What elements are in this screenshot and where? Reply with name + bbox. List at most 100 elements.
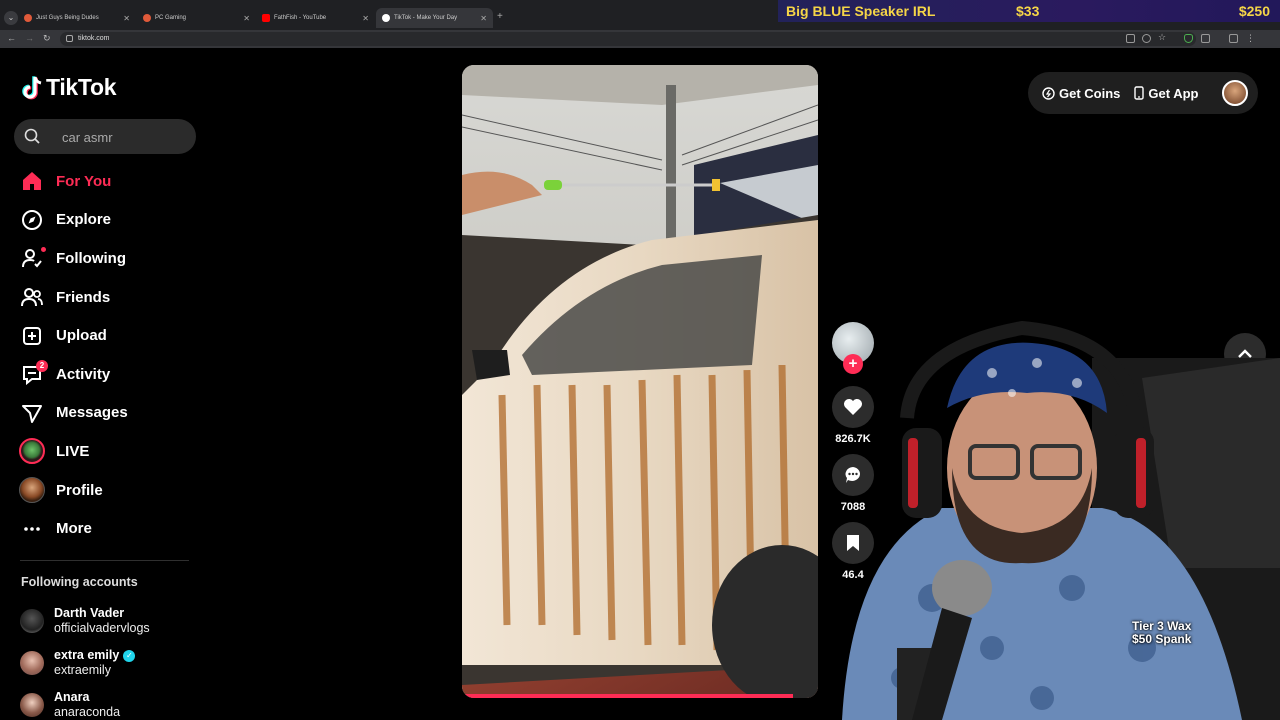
search-bar[interactable] (14, 119, 196, 154)
sidebar-item-following[interactable]: Following (18, 239, 198, 278)
account-handle: extraemily (54, 663, 111, 677)
sidebar-item-label: Activity (56, 365, 111, 383)
back-icon[interactable]: ← (7, 33, 16, 43)
account-name: Anara (54, 690, 90, 704)
youtube-icon (262, 14, 270, 22)
tab-close-icon[interactable]: ✕ (123, 14, 130, 23)
bookmark-star-icon[interactable]: ☆ (1158, 32, 1166, 43)
get-app-button[interactable]: Get App (1134, 86, 1198, 101)
sidebar-item-friends[interactable]: Friends (18, 278, 198, 317)
tab-favicon-icon (143, 14, 151, 22)
tab-title: FathFish - YouTube (274, 15, 327, 21)
tab-close-icon[interactable]: ✕ (243, 14, 250, 23)
get-app-label: Get App (1148, 85, 1199, 101)
search-input[interactable] (62, 128, 192, 146)
sidebar-item-label: More (56, 520, 92, 538)
sidebar-divider (20, 560, 189, 561)
new-tab-icon[interactable]: + (497, 11, 503, 22)
sidebar-item-label: For You (56, 172, 112, 190)
banner-price-current: $33 (1016, 3, 1040, 19)
home-icon (18, 167, 46, 195)
coin-icon (1042, 86, 1055, 100)
sidebar-item-for-you[interactable]: For You (18, 162, 198, 201)
live-avatar (18, 437, 46, 465)
tab-title: PC Gaming (155, 15, 187, 21)
following-accounts-title: Following accounts (21, 575, 138, 589)
user-avatar[interactable] (1222, 80, 1248, 106)
tab-search-button[interactable]: ⌄ (4, 11, 18, 25)
following-icon (18, 244, 46, 272)
browser-tab[interactable]: FathFish - YouTube ✕ (256, 9, 375, 27)
activity-icon: 2 (18, 360, 48, 388)
video-progress-bar[interactable] (462, 694, 794, 698)
sidebar-item-label: Profile (56, 481, 103, 499)
profile-avatar (18, 476, 46, 504)
upload-icon (18, 322, 46, 350)
sidebar-item-messages[interactable]: Messages (18, 394, 198, 433)
verified-check-icon: ✓ (123, 649, 136, 662)
zoom-icon[interactable] (1142, 34, 1151, 43)
extensions-icon[interactable] (1201, 34, 1210, 43)
stream-goal-text: Tier 3 Wax $50 Spank (1132, 620, 1191, 646)
streamer-webcam (842, 320, 1280, 720)
tiktok-logo[interactable]: TikTok (21, 74, 117, 101)
account-name: Darth Vader (54, 606, 125, 620)
sidebar-item-activity[interactable]: 2 Activity (18, 355, 198, 394)
url-field[interactable]: tiktok.com (60, 32, 1196, 46)
stream-banner: Big BLUE Speaker IRL $33 $250 (778, 0, 1280, 22)
compass-icon (18, 206, 46, 234)
following-accounts-list: Darth Vader officialvadervlogs extra emi… (20, 600, 210, 720)
sidebar-item-label: Explore (56, 211, 112, 229)
stream-goal-line: $50 Spank (1132, 632, 1192, 646)
profile-icon[interactable] (1229, 34, 1238, 43)
phone-icon (1134, 86, 1145, 100)
video-player[interactable] (462, 65, 818, 698)
sidebar-item-label: Friends (56, 288, 111, 306)
sidebar-item-more[interactable]: More (18, 509, 198, 548)
get-coins-button[interactable]: Get Coins (1042, 86, 1120, 101)
activity-badge: 2 (36, 360, 48, 373)
install-icon[interactable] (1126, 34, 1135, 43)
menu-icon[interactable]: ⋮ (1246, 33, 1255, 44)
tab-title: TikTok - Make Your Day (394, 15, 458, 21)
search-icon[interactable] (24, 128, 40, 144)
account-item[interactable]: Anara anaraconda (20, 684, 210, 720)
video-frame (462, 65, 818, 698)
account-item[interactable]: extra emily ✓ extraemily (20, 642, 210, 684)
browser-tab-active[interactable]: TikTok - Make Your Day ✕ (376, 8, 493, 28)
tiktok-favicon-icon (382, 14, 390, 22)
messages-icon (18, 399, 46, 427)
reload-icon[interactable]: ↻ (43, 33, 51, 44)
notification-dot (41, 247, 46, 253)
shield-extension-icon[interactable] (1184, 34, 1193, 43)
friends-icon (18, 283, 46, 311)
account-handle: officialvadervlogs (54, 621, 150, 635)
get-coins-label: Get Coins (1059, 85, 1121, 101)
tab-close-icon[interactable]: ✕ (480, 14, 487, 23)
header-actions: Get Coins Get App (1028, 72, 1258, 114)
more-icon (18, 515, 46, 543)
sidebar-item-upload[interactable]: Upload (18, 316, 198, 355)
account-handle: anaraconda (54, 705, 121, 719)
browser-tab-bar: ⌄ Just Guys Being Dudes ✕ PC Gaming ✕ Fa… (0, 0, 1280, 30)
tab-title: Just Guys Being Dudes (36, 15, 99, 21)
sidebar-item-live[interactable]: LIVE (18, 432, 198, 471)
browser-tab[interactable]: PC Gaming ✕ (137, 9, 256, 27)
account-avatar (20, 609, 44, 633)
sidebar-item-label: Following (56, 249, 126, 267)
tiktok-note-icon (22, 75, 42, 99)
account-item[interactable]: Darth Vader officialvadervlogs (20, 600, 210, 642)
account-avatar (20, 651, 44, 675)
sidebar-item-label: LIVE (56, 442, 90, 460)
site-info-icon[interactable] (66, 35, 73, 42)
account-avatar (20, 693, 44, 717)
browser-tab[interactable]: Just Guys Being Dudes ✕ (18, 9, 136, 27)
sidebar-nav: For You Explore Following Friends Upload… (18, 162, 198, 548)
forward-icon[interactable]: → (25, 33, 34, 43)
tab-close-icon[interactable]: ✕ (362, 14, 369, 23)
sidebar-item-explore[interactable]: Explore (18, 201, 198, 240)
sidebar-item-profile[interactable]: Profile (18, 471, 198, 510)
account-name: extra emily (54, 648, 120, 662)
sidebar-item-label: Upload (56, 327, 107, 345)
logo-text: TikTok (46, 74, 117, 100)
